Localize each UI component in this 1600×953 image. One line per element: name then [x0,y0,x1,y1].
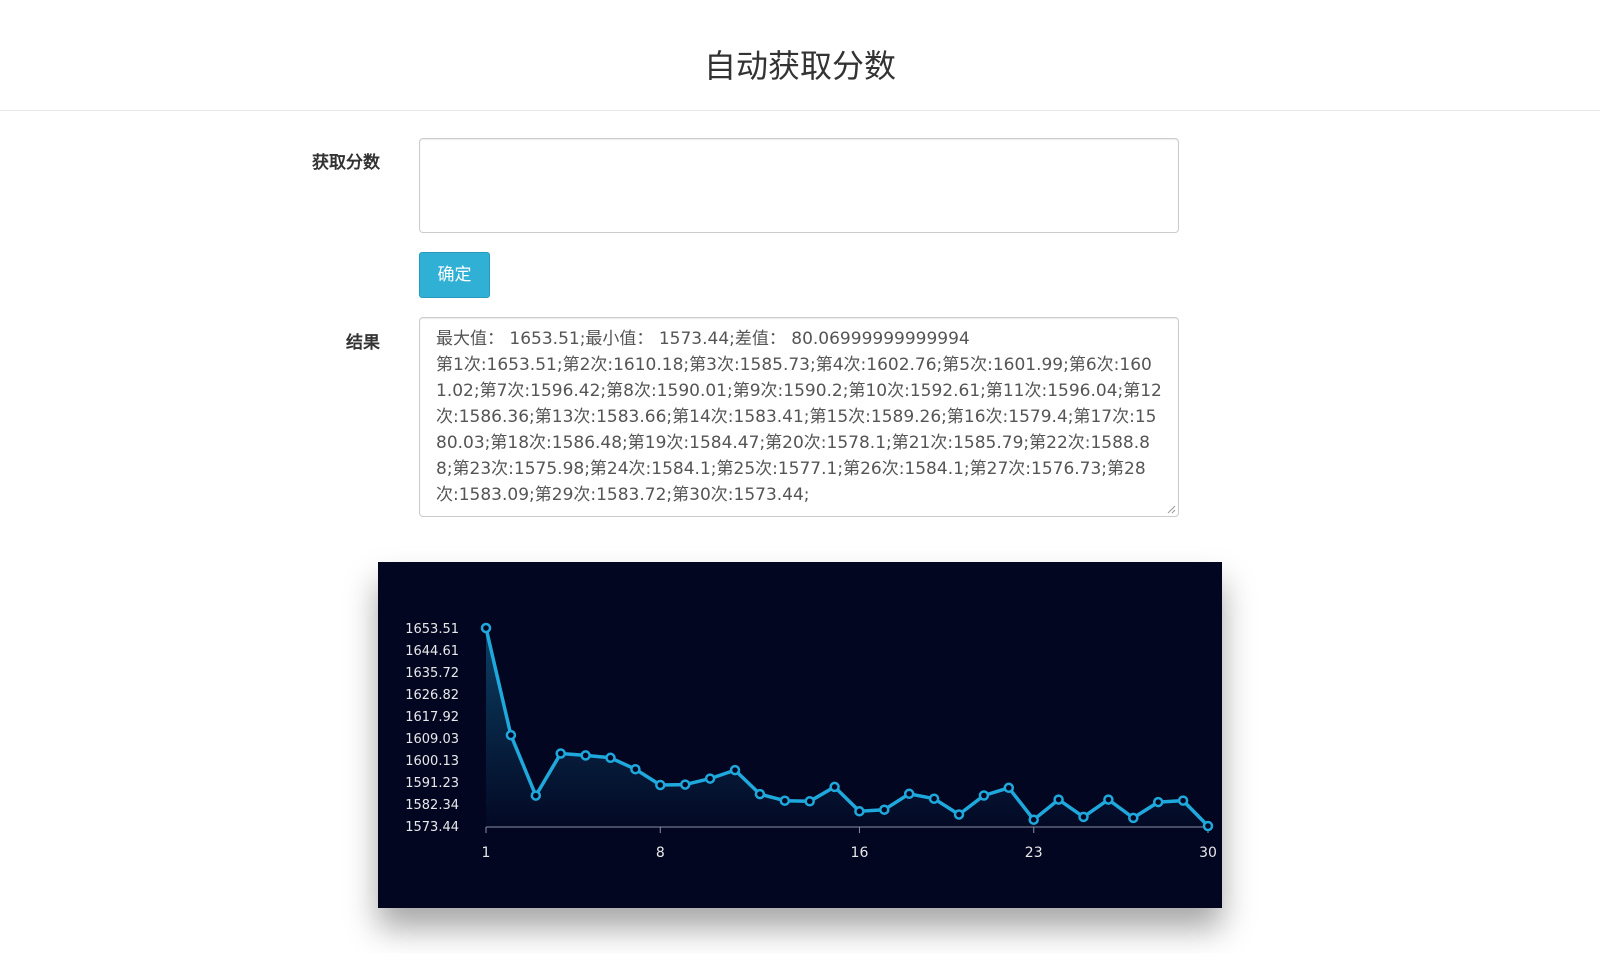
page-title: 自动获取分数 [703,47,896,85]
data-point-20 [953,809,965,820]
x-tick-label-23: 23 [1025,845,1043,861]
data-point-6 [605,752,616,764]
y-tick-label-1573.44: 1573.44 [405,820,459,835]
score-input[interactable] [419,138,1179,233]
resize-grip-icon[interactable] [1166,504,1176,514]
data-point-22 [1003,782,1015,794]
data-point-7 [630,763,641,775]
x-tick-label-30: 30 [1199,845,1217,861]
confirm-button[interactable]: 确定 [419,252,490,298]
data-point-8 [655,779,666,791]
result-label: 结果 [346,333,380,353]
data-point-30 [1202,820,1214,832]
data-point-18 [903,788,915,800]
data-point-28 [1152,796,1164,808]
y-tick-label-1600.13: 1600.13 [405,754,459,769]
data-point-11 [729,764,741,776]
page-header: 自动获取分数 [0,0,1600,111]
series-area [486,628,1208,826]
data-point-26 [1103,794,1114,805]
data-point-21 [978,790,990,801]
data-point-5 [580,750,591,761]
data-point-24 [1053,794,1064,805]
data-point-1 [480,622,492,634]
y-tick-label-1653.51: 1653.51 [405,622,459,637]
data-point-12 [754,788,766,800]
x-tick-label-8: 8 [656,845,665,861]
x-tick-label-16: 16 [851,845,869,861]
data-point-9 [679,779,691,790]
score-chart: 1 8 16 23 30 1573.44 1582.34 1591.23 1600.13 1609… [378,562,1222,908]
y-tick-label-1609.03: 1609.03 [405,732,459,747]
y-tick-label-1582.34: 1582.34 [405,798,459,813]
data-point-23 [1028,814,1039,825]
result-details: 第1次:1653.51;第2次:1610.18;第3次:1585.73;第4次:… [436,355,1162,505]
data-point-13 [779,795,791,806]
result-summary: 最大值： 1653.51;最小值： 1573.44;差值： 80.0699999… [436,329,970,349]
data-point-10 [704,773,716,784]
data-point-15 [829,781,840,793]
data-point-19 [928,793,940,804]
y-tick-label-1644.61: 1644.61 [405,644,459,659]
y-tick-label-1635.72: 1635.72 [405,666,459,681]
data-point-16 [854,806,865,817]
y-tick-label-1617.92: 1617.92 [405,710,459,725]
data-point-27 [1128,812,1139,824]
data-point-4 [555,748,566,759]
chart-svg: 1 8 16 23 30 1573.44 1582.34 1591.23 1600.13 1609… [405,622,1217,861]
y-tick-label-1591.23: 1591.23 [405,776,459,791]
data-point-2 [505,729,517,741]
data-point-14 [804,796,815,807]
data-point-29 [1177,795,1189,806]
y-tick-label-1626.82: 1626.82 [405,688,459,703]
data-point-3 [530,790,542,801]
x-tick-label-1: 1 [482,845,491,861]
result-textarea[interactable]: 最大值： 1653.51;最小值： 1573.44;差值： 80.0699999… [419,317,1179,517]
data-point-17 [879,804,890,815]
score-label: 获取分数 [312,153,380,173]
data-point-25 [1078,811,1089,823]
